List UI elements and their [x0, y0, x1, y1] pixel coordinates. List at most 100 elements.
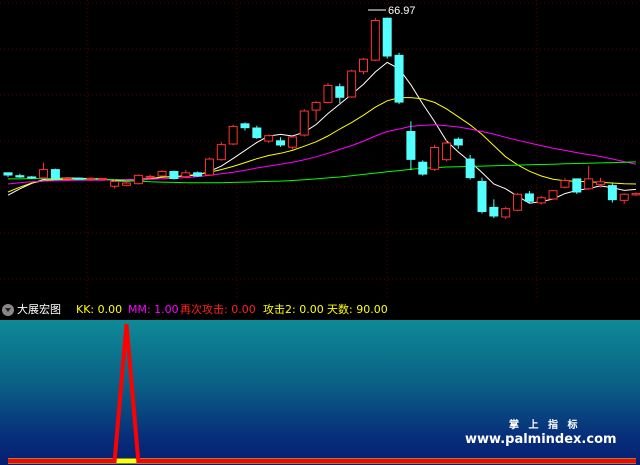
candle[interactable] — [228, 124, 238, 146]
candle-body — [193, 172, 203, 177]
candle[interactable] — [181, 169, 191, 178]
candle[interactable] — [418, 160, 428, 176]
moving-average-line — [7, 61, 637, 204]
candle[interactable] — [441, 140, 451, 162]
candle[interactable] — [619, 193, 629, 204]
attack-value: 再次攻击: 0.00 — [180, 303, 256, 316]
attack2-value: 攻击2: 0.00 — [263, 303, 324, 316]
candle[interactable] — [465, 154, 475, 180]
candle-body — [370, 19, 380, 61]
candle[interactable] — [252, 125, 262, 139]
candle[interactable] — [240, 122, 250, 131]
indicator-name[interactable]: 大展宏图 — [17, 300, 61, 320]
candle-body — [39, 169, 49, 179]
candle[interactable] — [430, 144, 440, 171]
candle[interactable] — [477, 177, 487, 214]
candle[interactable] — [370, 17, 380, 62]
candle-body — [465, 158, 475, 179]
candle-body — [74, 177, 84, 180]
candle[interactable] — [548, 189, 558, 200]
candle[interactable] — [323, 82, 333, 104]
moving-average-line — [7, 97, 637, 193]
candle[interactable] — [157, 170, 167, 177]
candle-body — [441, 142, 451, 161]
candle-body — [631, 193, 640, 196]
candle[interactable] — [513, 192, 523, 212]
candle[interactable] — [572, 178, 582, 194]
candle[interactable] — [50, 168, 60, 180]
candle-body — [548, 190, 558, 200]
stock-chart-window: 66.97 大展宏图 KK: 0.00 MM: 1.00 再次攻击: 0.00 … — [0, 0, 640, 465]
candle[interactable] — [607, 183, 617, 203]
candle[interactable] — [359, 57, 368, 75]
candles-group — [3, 17, 640, 219]
candle-body — [607, 185, 617, 201]
candle-body — [3, 172, 13, 176]
candle[interactable] — [453, 137, 463, 149]
candle-body — [406, 131, 416, 160]
candle[interactable] — [311, 101, 321, 121]
watermark-url: www.palmindex.com — [465, 432, 617, 447]
candle-body — [181, 172, 191, 178]
candle[interactable] — [133, 174, 143, 185]
candle-body — [430, 147, 440, 170]
mm-value: MM: 1.00 — [128, 303, 179, 316]
candle[interactable] — [501, 206, 511, 219]
candle-body — [86, 177, 96, 180]
candle[interactable] — [27, 176, 37, 179]
candle[interactable] — [98, 177, 108, 181]
candle-body — [287, 136, 297, 148]
candle[interactable] — [394, 52, 404, 104]
candle-body — [204, 158, 214, 176]
candle[interactable] — [382, 17, 392, 59]
candle[interactable] — [406, 121, 416, 171]
candle-body — [252, 127, 262, 139]
candle-body — [335, 86, 345, 98]
candle[interactable] — [3, 172, 13, 177]
candle-body — [145, 175, 155, 178]
candle-body — [62, 177, 72, 180]
candle[interactable] — [204, 157, 214, 176]
collapse-chevron-icon[interactable] — [2, 304, 14, 316]
candle[interactable] — [264, 134, 274, 144]
candle[interactable] — [347, 69, 357, 98]
candle-body — [524, 193, 534, 202]
candle-body — [311, 101, 321, 111]
candle-body — [596, 181, 605, 185]
candle-body — [489, 206, 499, 217]
candle-body — [560, 179, 570, 188]
candle[interactable] — [524, 191, 534, 204]
candle-body — [619, 193, 629, 201]
candle[interactable] — [560, 178, 570, 189]
candle-body — [228, 125, 238, 145]
candle-body — [453, 138, 463, 146]
candle-body — [418, 161, 428, 175]
candle[interactable] — [276, 137, 286, 147]
candlestick-chart[interactable]: 66.97 — [0, 0, 640, 300]
candle-body — [216, 144, 226, 161]
candle-body — [110, 180, 120, 187]
candle-body — [501, 208, 511, 218]
days-value: 天数: 90.00 — [327, 303, 388, 316]
candle[interactable] — [86, 177, 96, 181]
candle[interactable] — [631, 192, 640, 196]
candle[interactable] — [74, 177, 84, 180]
candle[interactable] — [536, 195, 546, 205]
candle[interactable] — [169, 170, 179, 180]
candle[interactable] — [39, 162, 49, 179]
candle[interactable] — [335, 83, 345, 104]
candle[interactable] — [584, 165, 594, 191]
candle[interactable] — [193, 171, 203, 177]
candle[interactable] — [299, 109, 309, 137]
candle-body — [276, 140, 286, 146]
candle[interactable] — [489, 199, 499, 219]
candle-body — [536, 197, 546, 204]
candle-body — [240, 123, 250, 129]
candle-body — [50, 169, 60, 180]
candle[interactable] — [216, 142, 226, 161]
max-price-annotation: 66.97 — [368, 5, 416, 17]
chart-grid — [0, 0, 640, 300]
candle[interactable] — [287, 136, 297, 150]
candle[interactable] — [15, 173, 25, 178]
kk-value: KK: 0.00 — [76, 303, 123, 316]
